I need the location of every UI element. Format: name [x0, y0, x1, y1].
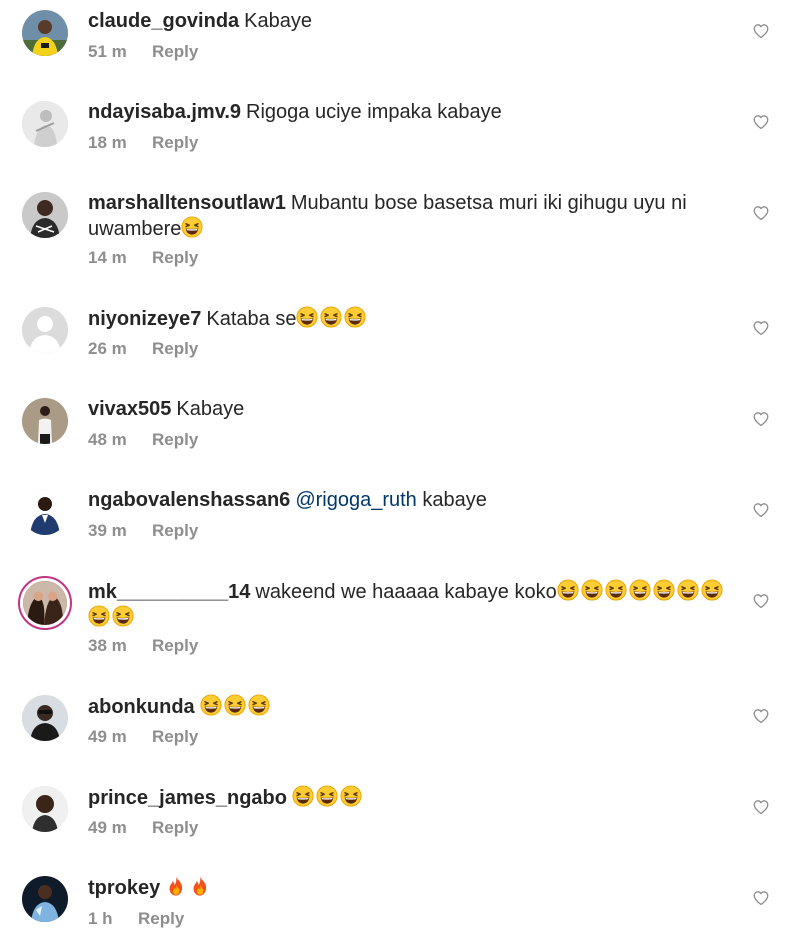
comment-time: 1 h: [88, 909, 113, 928]
laughing-emoji-icon: [88, 605, 110, 627]
comment-meta: 39 m Reply: [88, 521, 198, 541]
comment-meta: 18 m Reply: [88, 133, 198, 153]
avatar[interactable]: [22, 489, 68, 535]
laughing-emoji-icon: [653, 579, 675, 601]
heart-icon[interactable]: [752, 410, 770, 428]
comment-body: wakeend we haaaaa kabaye koko: [255, 581, 557, 603]
comment-username[interactable]: niyonizeye7: [88, 308, 201, 330]
comment-meta: 49 m Reply: [88, 727, 198, 747]
avatar[interactable]: [22, 398, 68, 444]
fire-emoji-icon: [189, 875, 211, 897]
reply-button[interactable]: Reply: [152, 521, 198, 541]
comment-time: 48 m: [88, 430, 127, 449]
laughing-emoji-icon: [224, 694, 246, 716]
reply-button[interactable]: Reply: [138, 909, 184, 929]
laughing-emoji-icon: [340, 785, 362, 807]
comment-meta: 51 m Reply: [88, 42, 198, 62]
mention-link[interactable]: @rigoga_ruth: [295, 489, 416, 511]
comment-username[interactable]: ngabovalenshassan6: [88, 489, 290, 511]
heart-icon[interactable]: [752, 113, 770, 131]
heart-icon[interactable]: [752, 204, 770, 222]
laughing-emoji-icon: [581, 579, 603, 601]
laughing-emoji-icon: [112, 605, 134, 627]
heart-icon[interactable]: [752, 798, 770, 816]
laughing-emoji-icon: [605, 579, 627, 601]
comment-body: kabaye: [422, 489, 487, 511]
comment-time: 14 m: [88, 248, 127, 267]
comment-time: 39 m: [88, 521, 127, 540]
avatar[interactable]: [22, 695, 68, 741]
heart-icon[interactable]: [752, 319, 770, 337]
comment-time: 38 m: [88, 636, 127, 655]
comment-body: Rigoga uciye impaka kabaye: [246, 101, 502, 123]
avatar[interactable]: [22, 192, 68, 238]
comment-username[interactable]: abonkunda: [88, 696, 195, 718]
avatar[interactable]: [22, 10, 68, 56]
comment-meta: 48 m Reply: [88, 430, 198, 450]
comment-body: Kabaye: [244, 10, 312, 32]
heart-icon[interactable]: [752, 22, 770, 40]
laughing-emoji-icon: [181, 216, 203, 238]
reply-button[interactable]: Reply: [152, 818, 198, 838]
comment-meta: 1 h Reply: [88, 909, 184, 929]
comment-text: abonkunda: [88, 694, 736, 720]
avatar[interactable]: [22, 101, 68, 147]
comment-text: niyonizeye7 Kataba se: [88, 306, 736, 332]
comment-text: prince_james_ngabo: [88, 785, 736, 811]
comment-meta: 49 m Reply: [88, 818, 198, 838]
comment-text: ngabovalenshassan6 @rigoga_ruth kabaye: [88, 488, 736, 513]
fire-emoji-icon: [165, 875, 187, 897]
avatar[interactable]: [22, 786, 68, 832]
laughing-emoji-icon: [677, 579, 699, 601]
laughing-emoji-icon: [320, 306, 342, 328]
reply-button[interactable]: Reply: [152, 727, 198, 747]
comment-body: Kataba se: [206, 308, 297, 330]
laughing-emoji-icon: [344, 306, 366, 328]
comment-text: ndayisaba.jmv.9 Rigoga uciye impaka kabay…: [88, 100, 736, 125]
heart-icon[interactable]: [752, 707, 770, 725]
laughing-emoji-icon: [296, 306, 318, 328]
comment-username[interactable]: ndayisaba.jmv.9: [88, 101, 241, 123]
comment-text: claude_govinda Kabaye: [88, 9, 736, 34]
heart-icon[interactable]: [752, 501, 770, 519]
heart-icon[interactable]: [752, 592, 770, 610]
comment-time: 18 m: [88, 133, 127, 152]
comment-text: vivax505 Kabaye: [88, 397, 736, 422]
laughing-emoji-icon: [316, 785, 338, 807]
reply-button[interactable]: Reply: [152, 339, 198, 359]
laughing-emoji-icon: [248, 694, 270, 716]
comment-time: 49 m: [88, 818, 127, 837]
reply-button[interactable]: Reply: [152, 42, 198, 62]
laughing-emoji-icon: [629, 579, 651, 601]
comment-meta: 26 m Reply: [88, 339, 198, 359]
comment-username[interactable]: tprokey: [88, 877, 160, 899]
laughing-emoji-icon: [701, 579, 723, 601]
reply-button[interactable]: Reply: [152, 133, 198, 153]
comment-text: marshalltensoutlaw1 Mubantu bose basetsa …: [88, 191, 736, 242]
comment-username[interactable]: prince_james_ngabo: [88, 787, 287, 809]
comment-body: Kabaye: [176, 398, 245, 420]
comment-username[interactable]: marshalltensoutlaw1: [88, 192, 286, 214]
comment-text: mk__________14 wakeend we haaaaa kabaye k…: [88, 579, 736, 631]
laughing-emoji-icon: [557, 579, 579, 601]
comment-username[interactable]: vivax505: [88, 398, 171, 420]
reply-button[interactable]: Reply: [152, 636, 198, 656]
avatar-story-ring[interactable]: [18, 576, 72, 630]
comment-text: tprokey: [88, 875, 736, 901]
comment-time: 51 m: [88, 42, 127, 61]
comment-time: 49 m: [88, 727, 127, 746]
comment-username[interactable]: claude_govinda: [88, 10, 239, 32]
avatar[interactable]: [22, 307, 68, 353]
comment-meta: 38 m Reply: [88, 636, 198, 656]
laughing-emoji-icon: [292, 785, 314, 807]
comment-username[interactable]: mk__________14: [88, 581, 250, 603]
comment-meta: 14 m Reply: [88, 248, 198, 268]
laughing-emoji-icon: [200, 694, 222, 716]
avatar[interactable]: [22, 876, 68, 922]
reply-button[interactable]: Reply: [152, 430, 198, 450]
reply-button[interactable]: Reply: [152, 248, 198, 268]
comment-time: 26 m: [88, 339, 127, 358]
heart-icon[interactable]: [752, 889, 770, 907]
